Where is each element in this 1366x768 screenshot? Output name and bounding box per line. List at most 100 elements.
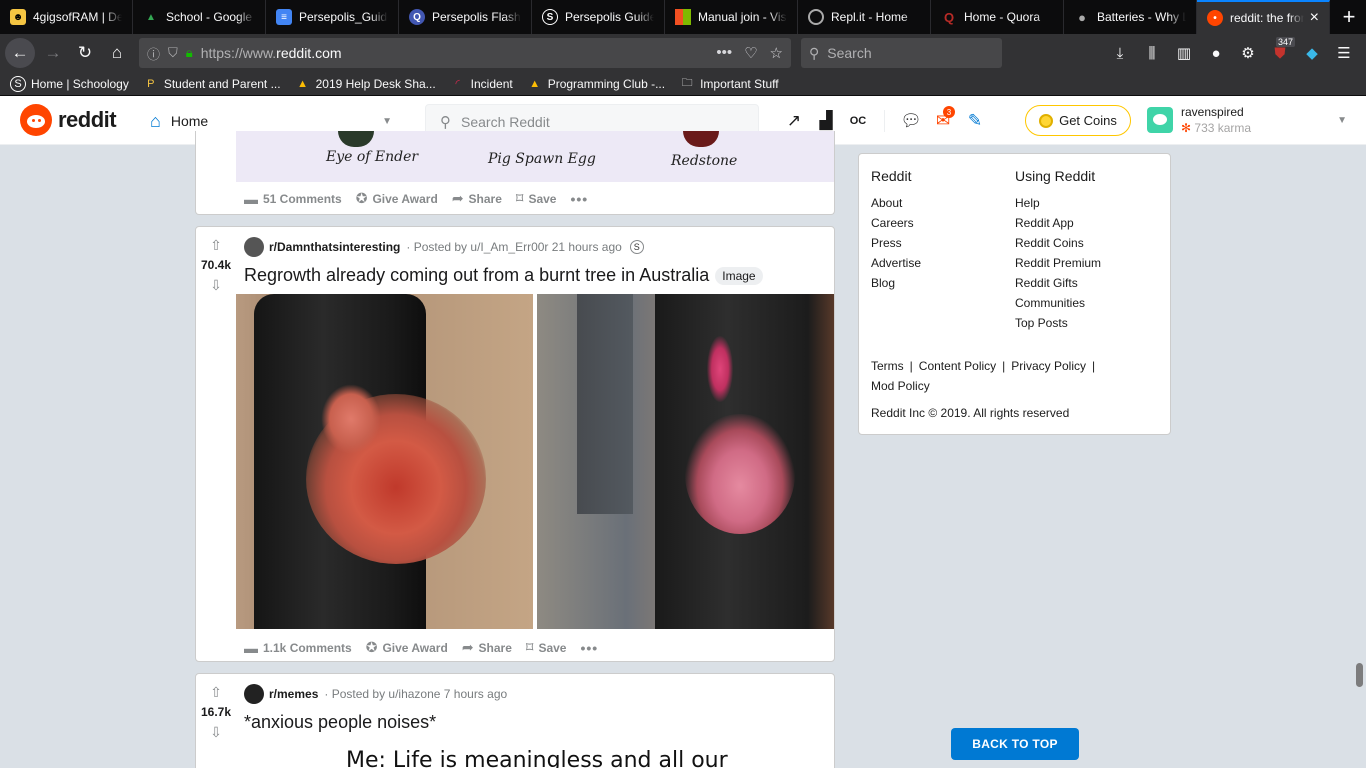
reddit-links-column: Reddit About Careers Press Advertise Blo… <box>871 168 1011 293</box>
original-content-icon[interactable]: OC <box>842 104 874 138</box>
subreddit-link[interactable]: r/Damnthatsinteresting <box>269 240 400 254</box>
post-image[interactable]: Eye of Ender Pig Spawn Egg Redstone <box>236 131 834 182</box>
create-post-icon[interactable]: ✎ <box>959 104 991 138</box>
page-actions-icon[interactable]: ••• <box>716 44 732 62</box>
upvote-icon[interactable]: ⇧ <box>210 684 222 700</box>
comments-button[interactable]: ▬ 51 Comments <box>244 191 342 207</box>
more-options-icon[interactable]: ••• <box>580 640 598 656</box>
post-title[interactable]: *anxious people noises* <box>244 712 436 733</box>
page-scrollbar-thumb[interactable] <box>1356 663 1363 687</box>
comments-button[interactable]: ▬ 1.1k Comments <box>244 640 352 656</box>
footer-link-reddit-coins[interactable]: Reddit Coins <box>1015 233 1155 253</box>
reddit-wordmark: reddit <box>58 107 117 132</box>
footer-link-reddit-gifts[interactable]: Reddit Gifts <box>1015 273 1155 293</box>
library-icon[interactable]: ⫼ <box>1136 34 1168 72</box>
mail-icon[interactable]: ✉ 3 <box>927 104 959 138</box>
bookmark-label: Programming Club -... <box>547 76 666 91</box>
pink-regrowth-leaves <box>707 336 733 402</box>
footer-link-press[interactable]: Press <box>871 233 1011 253</box>
browser-tab[interactable]: ▲ School - Google D <box>133 0 266 34</box>
comment-icon: ▬ <box>244 190 258 207</box>
browser-tab[interactable]: ● Batteries - Why L <box>1064 0 1197 34</box>
downloads-icon[interactable]: ⤓ <box>1104 34 1136 72</box>
bookmark-item[interactable]: S Home | Schoology <box>10 75 129 92</box>
karma-label: 733 karma <box>1194 121 1252 135</box>
footer-link-reddit-app[interactable]: Reddit App <box>1015 213 1155 233</box>
browser-search-input[interactable]: ⚲ Search <box>801 38 1002 68</box>
lock-icon[interactable]: 🔒︎ <box>186 45 193 61</box>
browser-tab[interactable]: Q Persepolis Flashca <box>399 0 532 34</box>
reload-button[interactable]: ↻ <box>69 37 101 69</box>
footer-link-content-policy[interactable]: Content Policy <box>919 359 996 373</box>
tracking-shield-icon[interactable]: ⛉ <box>168 45 178 61</box>
award-icon: ✪ <box>365 639 378 655</box>
downvote-icon[interactable]: ⇩ <box>210 277 222 293</box>
bookmark-label: Important Stuff <box>700 76 779 91</box>
bookmark-star-icon[interactable]: ☆ <box>770 44 783 62</box>
share-button[interactable]: ➦ Share <box>462 639 512 656</box>
footer-link-advertise[interactable]: Advertise <box>871 253 1011 273</box>
subreddit-icon[interactable] <box>244 237 264 257</box>
post-card[interactable]: ⇧ 16.7k ⇩ r/memes · Posted by u/ihazone … <box>195 673 835 768</box>
back-button[interactable]: ← <box>5 38 35 68</box>
browser-tab[interactable]: Repl.it - Home <box>798 0 931 34</box>
sidebar-icon[interactable]: ▥ <box>1168 34 1200 72</box>
user-menu[interactable]: ravenspired ✻ 733 karma ▼ <box>1147 102 1347 138</box>
footer-link-about[interactable]: About <box>871 193 1011 213</box>
footer-link-mod-policy[interactable]: Mod Policy <box>871 379 930 393</box>
give-award-button[interactable]: ✪ Give Award <box>366 639 448 656</box>
upvote-icon[interactable]: ⇧ <box>210 237 222 253</box>
footer-link-top-posts[interactable]: Top Posts <box>1015 313 1155 333</box>
browser-tab[interactable]: Q Home - Quora <box>931 0 1064 34</box>
browser-tab[interactable]: ☻ 4gigsofRAM | Del <box>0 0 133 34</box>
footer-link-privacy-policy[interactable]: Privacy Policy <box>1011 359 1086 373</box>
post-card[interactable]: ⇧ 70.4k ⇩ r/Damnthatsinteresting · Poste… <box>195 226 835 662</box>
account-icon[interactable]: ● <box>1200 34 1232 72</box>
save-button[interactable]: ⌑ Save <box>516 190 557 207</box>
share-label: Share <box>478 640 512 655</box>
get-coins-button[interactable]: Get Coins <box>1025 105 1131 136</box>
snoo-icon <box>20 104 52 136</box>
footer-link-reddit-premium[interactable]: Reddit Premium <box>1015 253 1155 273</box>
bookmark-item[interactable]: P Student and Parent ... <box>143 76 280 92</box>
footer-link-communities[interactable]: Communities <box>1015 293 1155 313</box>
new-tab-button[interactable]: + <box>1332 0 1366 34</box>
subreddit-link[interactable]: r/memes <box>269 687 318 701</box>
address-bar[interactable]: ⓘ ⛉ 🔒︎ https://www. reddit.com ••• ♡ ☆ <box>139 38 791 68</box>
bookmark-item[interactable]: ◜ Incident <box>450 76 513 92</box>
browser-tab[interactable]: S Persepolis Guide <box>532 0 665 34</box>
subreddit-icon[interactable] <box>244 684 264 704</box>
home-button[interactable]: ⌂ <box>101 37 133 69</box>
comments-label: 1.1k Comments <box>263 640 352 655</box>
post-title[interactable]: Regrowth already coming out from a burnt… <box>244 265 763 286</box>
post-card[interactable]: Eye of Ender Pig Spawn Egg Redstone ▬ 51 … <box>195 131 835 215</box>
downvote-icon[interactable]: ⇩ <box>210 724 222 740</box>
chat-icon[interactable]: 💬︎ <box>895 104 927 138</box>
bookmark-folder[interactable]: 🗀 Important Stuff <box>679 76 779 92</box>
ublock-icon[interactable]: ⛊ 347 <box>1264 34 1296 72</box>
back-to-top-button[interactable]: BACK TO TOP <box>951 728 1079 760</box>
footer-link-terms[interactable]: Terms <box>871 359 904 373</box>
save-label: Save <box>538 640 567 655</box>
forward-button[interactable]: → <box>37 37 69 69</box>
browser-tab[interactable]: Manual join - Visu <box>665 0 798 34</box>
save-button[interactable]: ⌑ Save <box>526 639 567 656</box>
post-image-gallery[interactable] <box>236 294 834 629</box>
extension-blue-icon[interactable]: ◆ <box>1296 34 1328 72</box>
bookmark-item[interactable]: ▲ 2019 Help Desk Sha... <box>295 76 436 92</box>
menu-icon[interactable]: ☰ <box>1328 34 1360 72</box>
footer-link-help[interactable]: Help <box>1015 193 1155 213</box>
more-options-icon[interactable]: ••• <box>570 191 588 207</box>
pocket-icon[interactable]: ♡ <box>744 44 757 62</box>
reddit-logo[interactable]: reddit <box>20 104 117 136</box>
share-button[interactable]: ➦ Share <box>452 190 502 207</box>
browser-tab[interactable]: ≡ Persepolis_Guide <box>266 0 399 34</box>
info-icon[interactable]: ⓘ <box>147 44 160 63</box>
close-tab-icon[interactable]: × <box>1310 9 1319 27</box>
footer-link-blog[interactable]: Blog <box>871 273 1011 293</box>
browser-tab-active[interactable]: • reddit: the front × <box>1197 0 1330 34</box>
extension-icon[interactable]: ⚙ <box>1232 34 1264 72</box>
footer-link-careers[interactable]: Careers <box>871 213 1011 233</box>
give-award-button[interactable]: ✪ Give Award <box>356 190 438 207</box>
bookmark-item[interactable]: ▲ Programming Club -... <box>527 76 665 92</box>
